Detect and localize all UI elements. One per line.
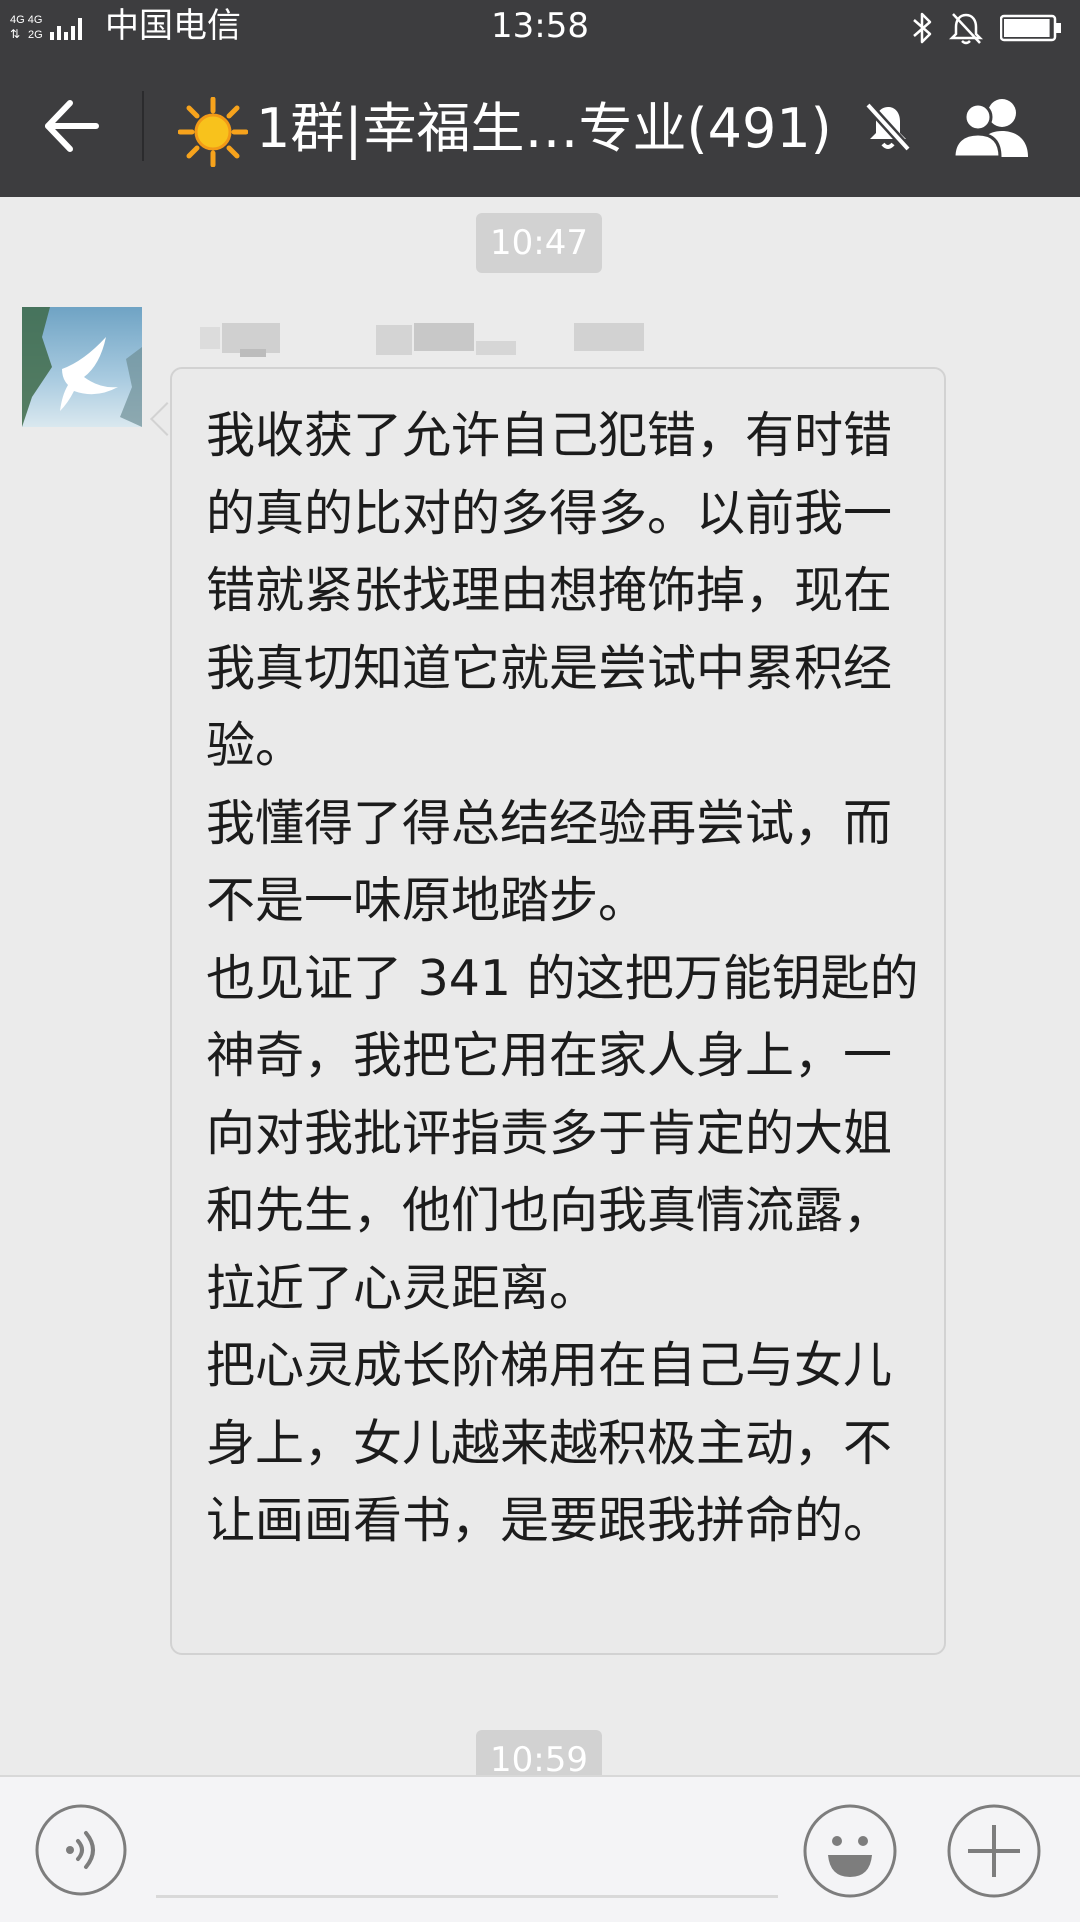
bell-off-icon: [948, 13, 984, 45]
time-separator: 10:47: [476, 213, 602, 273]
group-members-icon[interactable]: [950, 95, 1034, 161]
status-bar: 4G 4G 2G ⇅ 中国电信 13:58: [0, 0, 1080, 55]
time-separator-next: 10:59: [476, 1730, 602, 1775]
emoji-icon[interactable]: [802, 1803, 898, 1899]
message-bubble[interactable]: 我收获了允许自己犯错，有时错的真的比对的多得多。以前我一错就紧张找理由想掩饰掉，…: [170, 367, 946, 1655]
voice-icon[interactable]: [34, 1803, 128, 1897]
chat-title-bar: 1群|幸福生…专业(491): [0, 55, 1080, 197]
title-divider: [142, 91, 144, 161]
input-bar: [0, 1775, 1080, 1922]
message-input[interactable]: [156, 1895, 778, 1898]
message-text: 我收获了允许自己犯错，有时错的真的比对的多得多。以前我一错就紧张找理由想掩饰掉，…: [206, 407, 919, 1549]
sender-avatar[interactable]: [22, 307, 142, 427]
chat-area[interactable]: 10:47 我收获了允许自己犯错，有时错的真的比对的多得多。以前我一错就紧张找理…: [0, 197, 1080, 1775]
mute-icon: [864, 101, 912, 153]
sun-emoji-icon: [178, 97, 248, 167]
chat-title: 1群|幸福生…专业(491): [256, 97, 832, 160]
sender-name-blurred: [200, 323, 644, 357]
battery-icon: [1000, 14, 1061, 42]
bluetooth-icon: [913, 12, 932, 44]
back-arrow-icon[interactable]: [40, 95, 102, 157]
plus-icon[interactable]: [946, 1803, 1042, 1899]
